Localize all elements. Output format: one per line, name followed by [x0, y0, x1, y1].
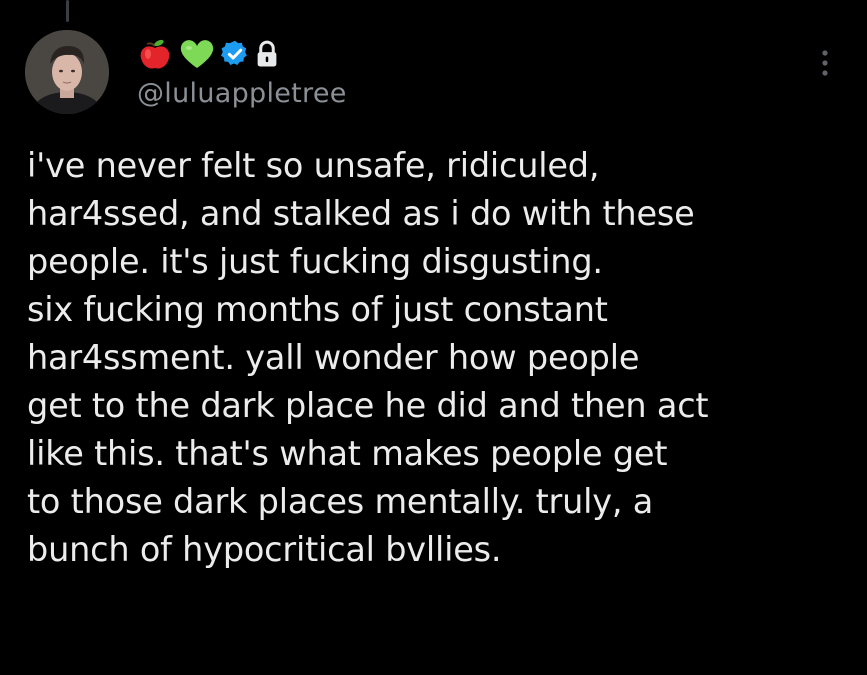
user-handle[interactable]: @luluappletree: [137, 78, 347, 109]
thread-connector-line: [66, 0, 69, 22]
display-name-row: [136, 34, 280, 74]
more-options-button[interactable]: [808, 46, 842, 80]
more-vertical-icon: [822, 50, 828, 76]
apple-icon: [136, 37, 174, 71]
verified-badge-icon: [220, 39, 250, 69]
lock-icon: [254, 39, 280, 69]
tweet-text: i've never felt so unsafe, ridiculed, ha…: [27, 146, 709, 569]
avatar[interactable]: [25, 30, 109, 114]
avatar-portrait: [25, 30, 109, 114]
green-heart-icon: [178, 37, 216, 71]
